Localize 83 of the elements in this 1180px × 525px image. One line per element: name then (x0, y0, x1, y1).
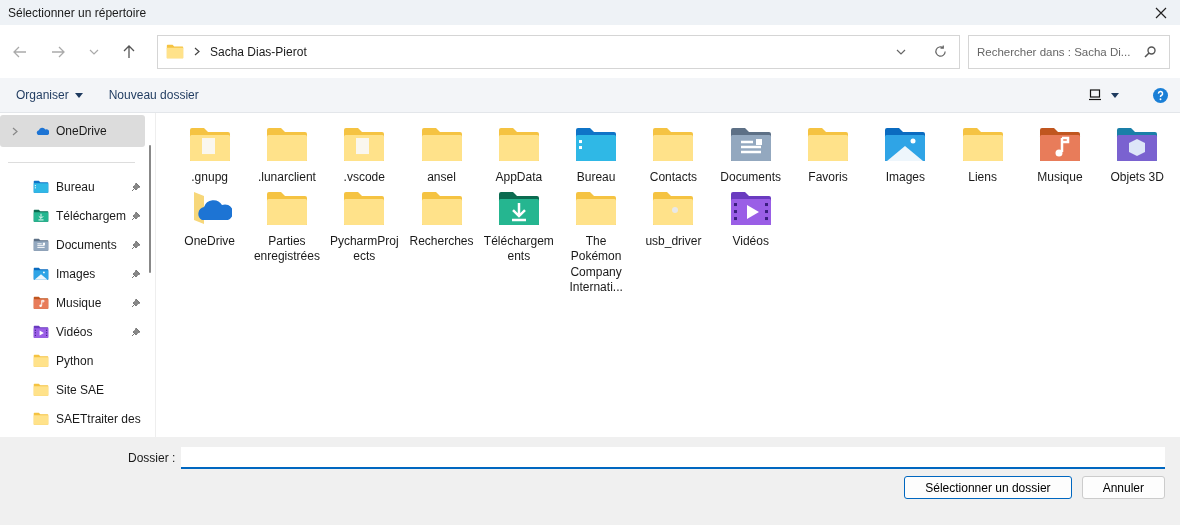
folder-item[interactable]: Recherches (402, 189, 481, 296)
download-folder-icon (496, 189, 541, 226)
music-folder-icon (1037, 126, 1082, 163)
sidebar-item[interactable]: OneDrive (0, 115, 145, 147)
folder-item[interactable]: Téléchargements (480, 189, 558, 296)
cancel-button[interactable]: Annuler (1081, 476, 1165, 499)
folder-item[interactable]: OneDrive (171, 189, 249, 296)
documents-folder-icon (728, 126, 773, 163)
monitor-icon[interactable] (1089, 89, 1101, 101)
folder-item[interactable]: Objets 3D (1098, 126, 1176, 186)
sidebar-item[interactable]: SAETtraiter des (0, 404, 145, 433)
download-icon (33, 208, 49, 223)
sidebar-item[interactable]: Documents (0, 230, 145, 259)
folder-icon (651, 126, 696, 163)
images-folder-icon (883, 126, 928, 163)
sidebar-item[interactable]: Bureau (0, 172, 145, 201)
videos-icon (33, 324, 49, 339)
search-field[interactable]: Rechercher dans : Sacha Di... (968, 34, 1170, 69)
sidebar-item[interactable]: Musique (0, 288, 145, 317)
folder-icon (264, 126, 309, 163)
folder-item[interactable]: .vscode (325, 126, 403, 186)
folder-input-field[interactable] (181, 447, 1165, 469)
folder-item[interactable]: Favoris (789, 126, 867, 186)
sidebar-item[interactable]: Téléchargem (0, 201, 145, 230)
folder-icon (574, 189, 619, 226)
objects3d-folder-icon (1115, 126, 1160, 163)
folder-item[interactable]: Bureau (557, 126, 635, 186)
folder-item[interactable]: Images (866, 126, 944, 186)
folder-icon (33, 382, 49, 397)
refresh-icon[interactable] (934, 45, 947, 58)
breadcrumb-item[interactable]: Sacha Dias-Pierot (210, 44, 307, 59)
close-icon[interactable] (1155, 6, 1167, 19)
desktop-icon (33, 179, 49, 194)
new-folder-button[interactable]: Nouveau dossier (100, 84, 207, 106)
videos-folder-icon (728, 189, 773, 226)
sidebar-item[interactable]: Images (0, 259, 145, 288)
sidebar-item[interactable]: Site SAE (0, 375, 145, 404)
up-arrow-icon[interactable] (123, 44, 135, 59)
select-folder-button[interactable]: Sélectionner un dossier (904, 476, 1072, 499)
usb-folder-icon (651, 189, 696, 226)
folder-icon (960, 126, 1005, 163)
folder-icon (342, 189, 387, 226)
chevron-down-icon[interactable] (896, 48, 906, 55)
folder-icon (419, 189, 464, 226)
folder-icon (166, 44, 184, 59)
folder-item[interactable]: Musique (1021, 126, 1099, 186)
folder-item[interactable]: Vidéos (712, 189, 790, 296)
folder-item[interactable]: The Pokémon Company Internati... (557, 189, 635, 296)
files-folder-icon (342, 126, 387, 163)
files-folder-icon (187, 126, 232, 163)
caret-icon[interactable] (1111, 92, 1119, 98)
field-label: Dossier : (128, 451, 176, 465)
folder-item[interactable]: AppData (480, 126, 558, 186)
chevron-right-icon[interactable] (12, 126, 18, 136)
folder-item[interactable]: Contacts (634, 126, 713, 186)
images-icon (33, 266, 49, 281)
chevron-right-icon (194, 47, 200, 56)
folder-icon (264, 189, 309, 226)
search-icon (1144, 45, 1156, 58)
folder-icon (496, 126, 541, 163)
folder-icon (419, 126, 464, 163)
folder-item[interactable]: Documents (712, 126, 790, 186)
organize-button[interactable]: Organiser (8, 84, 91, 106)
folder-icon (806, 126, 850, 163)
scrollbar-thumb[interactable] (149, 145, 151, 273)
help-icon[interactable] (1153, 87, 1168, 103)
folder-item[interactable]: .gnupg (171, 126, 249, 186)
folder-item[interactable]: Liens (943, 126, 1022, 186)
folder-item[interactable]: ansel (402, 126, 481, 186)
sidebar-item[interactable]: Vidéos (0, 317, 145, 346)
desktop-folder-icon (574, 126, 619, 163)
folder-item[interactable]: PycharmProjects (325, 189, 403, 296)
folder-item[interactable]: .lunarclient (248, 126, 326, 186)
folder-icon (33, 353, 49, 368)
sidebar-item[interactable]: Python (0, 346, 145, 375)
documents-icon (33, 237, 49, 252)
folder-item[interactable]: Parties enregistrées (248, 189, 326, 296)
folder-icon (33, 411, 49, 426)
music-icon (33, 295, 49, 310)
window-title: Sélectionner un répertoire (8, 5, 147, 20)
address-bar[interactable]: Sacha Dias-Pierot (157, 34, 960, 69)
caret-icon (74, 92, 83, 98)
folder-item[interactable]: usb_driver (634, 189, 713, 296)
